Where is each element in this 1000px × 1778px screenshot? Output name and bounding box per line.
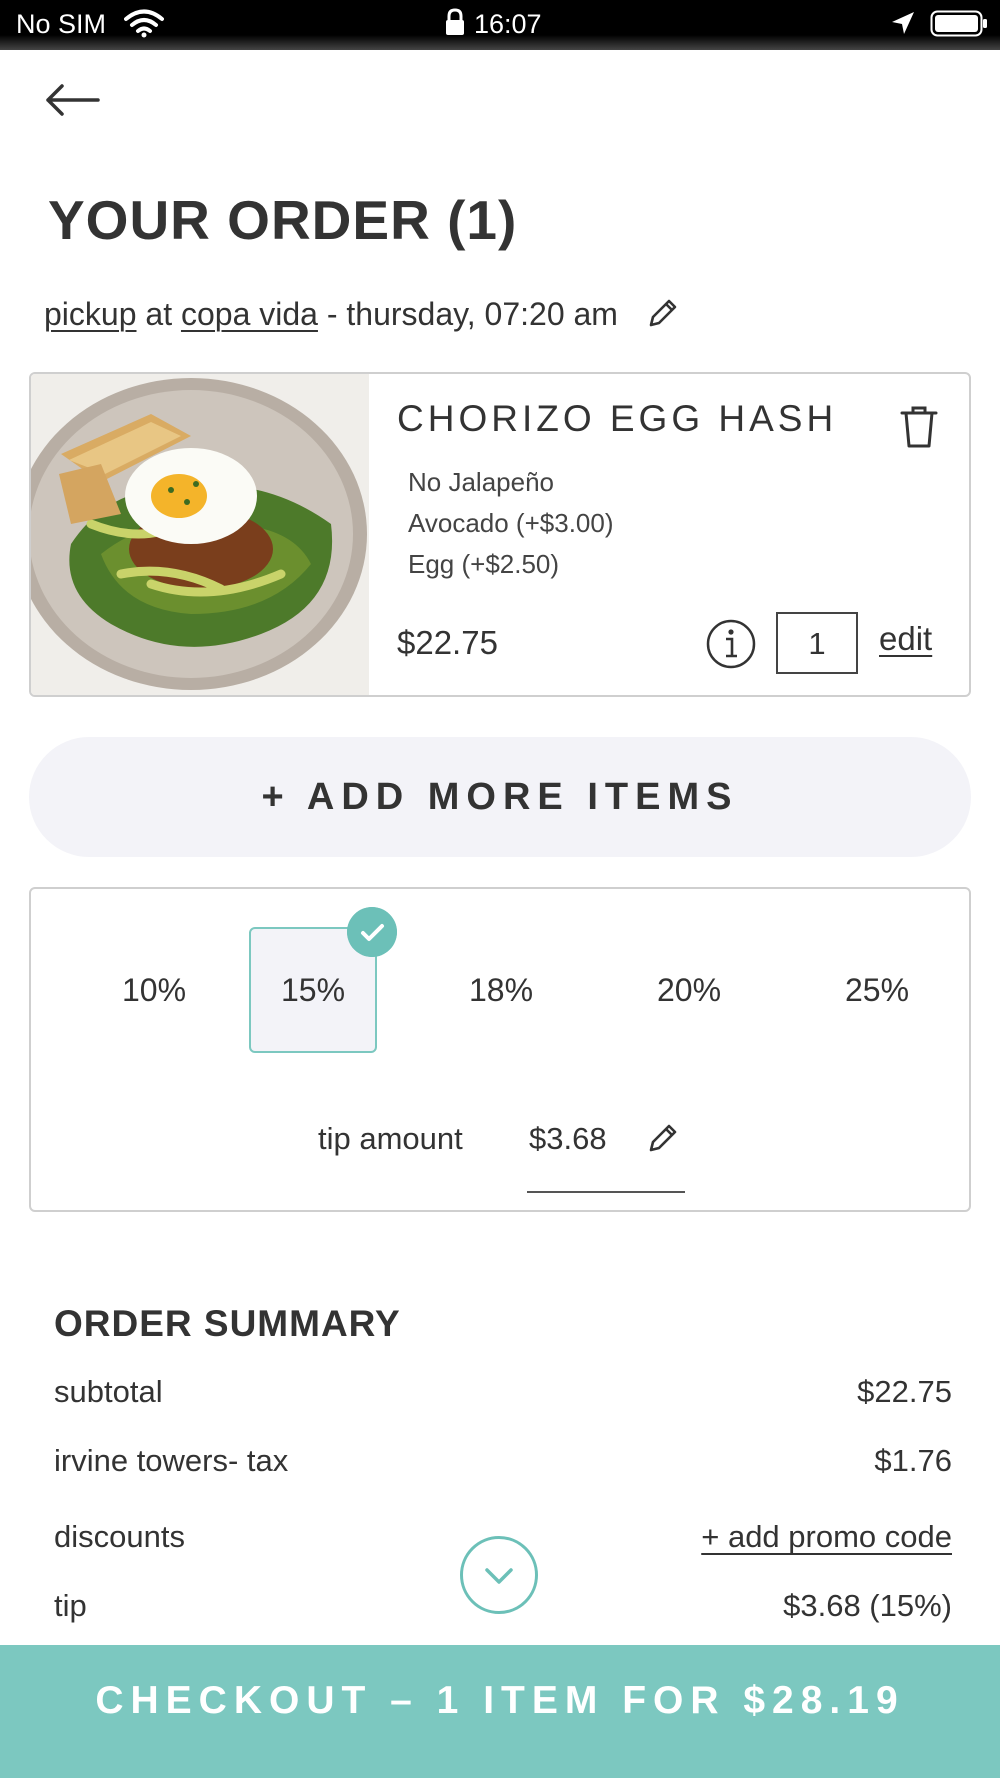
tip-amount-underline bbox=[527, 1191, 685, 1193]
quantity-field[interactable]: 1 bbox=[776, 612, 858, 674]
pickup-line: pickup at copa vida - thursday, 07:20 am bbox=[44, 296, 679, 333]
battery-icon bbox=[930, 10, 987, 37]
item-name: CHORIZO EGG HASH bbox=[397, 398, 838, 439]
trash-icon[interactable] bbox=[899, 404, 939, 450]
info-icon[interactable] bbox=[705, 618, 757, 670]
chevron-down-icon[interactable] bbox=[460, 1536, 538, 1614]
summary-label: subtotal bbox=[54, 1374, 163, 1409]
clock-label: 16:07 bbox=[474, 9, 542, 39]
cart-item-card: CHORIZO EGG HASH No Jalapeño Avocado (+$… bbox=[29, 372, 971, 697]
summary-label: irvine towers- tax bbox=[54, 1443, 289, 1478]
pickup-location-link[interactable]: copa vida bbox=[181, 296, 318, 332]
summary-label: tip bbox=[54, 1588, 87, 1623]
back-arrow-icon[interactable] bbox=[44, 80, 102, 120]
tip-option-20[interactable]: 20% bbox=[625, 927, 753, 1053]
item-photo bbox=[31, 374, 369, 695]
add-more-items-button[interactable]: + ADD MORE ITEMS bbox=[29, 737, 971, 857]
modifier-line: No Jalapeño bbox=[408, 467, 554, 497]
add-promo-code-link[interactable]: + add promo code bbox=[701, 1519, 952, 1555]
pickup-mode-link[interactable]: pickup bbox=[44, 296, 137, 332]
summary-value: $1.76 bbox=[874, 1443, 952, 1478]
location-arrow-icon bbox=[892, 12, 914, 34]
tip-option-25[interactable]: 25% bbox=[813, 927, 941, 1053]
lock-icon bbox=[446, 8, 464, 35]
page-title: YOUR ORDER (1) bbox=[48, 189, 518, 251]
tip-selector-card: 10% 15% 18% 20% 25% tip amount $3.68 bbox=[29, 887, 971, 1212]
carrier-label: No SIM bbox=[16, 9, 107, 39]
tip-amount-input[interactable]: $3.68 bbox=[529, 1121, 607, 1157]
modifier-line: Egg (+$2.50) bbox=[408, 549, 560, 579]
summary-value: $22.75 bbox=[857, 1374, 952, 1409]
tip-option-10[interactable]: 10% bbox=[90, 927, 218, 1053]
summary-label: discounts bbox=[54, 1519, 185, 1554]
summary-value: $3.68 (15%) bbox=[783, 1588, 952, 1623]
checkout-button[interactable]: CHECKOUT – 1 ITEM FOR $28.19 bbox=[0, 1645, 1000, 1778]
order-summary-title: ORDER SUMMARY bbox=[54, 1303, 401, 1344]
tip-amount-label: tip amount bbox=[318, 1121, 463, 1156]
item-modifiers: No Jalapeño Avocado (+$3.00) Egg (+$2.50… bbox=[408, 462, 614, 585]
modifier-line: Avocado (+$3.00) bbox=[408, 508, 614, 538]
pencil-icon[interactable] bbox=[645, 297, 679, 331]
wifi-icon bbox=[124, 9, 164, 38]
edit-item-link[interactable]: edit bbox=[879, 620, 932, 658]
status-bar: No SIM 16:07 bbox=[0, 0, 1000, 50]
pencil-icon[interactable] bbox=[645, 1122, 679, 1156]
item-price: $22.75 bbox=[397, 624, 498, 661]
tip-option-18[interactable]: 18% bbox=[437, 927, 565, 1053]
pickup-at-label: at bbox=[145, 296, 173, 332]
pickup-datetime: - thursday, 07:20 am bbox=[326, 296, 618, 332]
check-icon bbox=[347, 907, 397, 957]
